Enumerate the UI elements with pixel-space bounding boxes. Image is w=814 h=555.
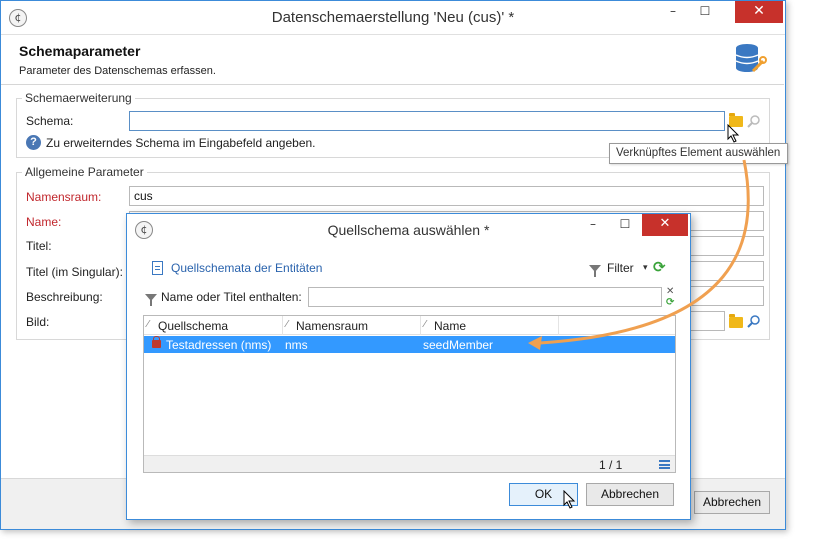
name-label: Name: — [26, 215, 62, 229]
entity-source-schemas-link[interactable]: Quellschemata der Entitäten — [171, 261, 322, 275]
column-source-schema[interactable]: Quellschema — [158, 319, 228, 333]
image-search-icon[interactable] — [747, 314, 761, 328]
search-icon[interactable] — [747, 114, 761, 128]
filter-icon — [589, 265, 601, 277]
clear-filter-icon[interactable]: ✕ — [666, 286, 674, 297]
row-name: seedMember — [423, 338, 494, 352]
table-row[interactable]: Testadressen (nms) nms seedMember — [144, 336, 675, 353]
schema-label: Schema: — [26, 114, 74, 128]
source-schema-list[interactable]: ⁄ Quellschema ⁄ Namensraum ⁄ Name Testad… — [143, 315, 676, 473]
maximize-button[interactable]: ☐ — [690, 1, 720, 23]
image-folder-icon[interactable] — [729, 314, 743, 328]
row-source-schema: Testadressen (nms) — [166, 338, 272, 352]
name-filter-input[interactable] — [308, 287, 662, 307]
refresh-icon[interactable]: ⟳ — [653, 258, 666, 276]
column-namespace[interactable]: Namensraum — [296, 319, 368, 333]
title-singular-label: Titel (im Singular): — [26, 265, 123, 279]
dialog-cancel-button[interactable]: Abbrechen — [586, 483, 674, 506]
column-divider — [420, 316, 421, 335]
title-label: Titel: — [26, 239, 52, 253]
page-subtitle: Parameter des Datenschemas erfassen. — [19, 65, 216, 77]
dialog-title-bar[interactable]: ¢ Quellschema auswählen * – ☐ ✕ — [127, 214, 690, 246]
dialog-minimize-button[interactable]: – — [578, 214, 608, 236]
apply-filter-icon[interactable]: ⟳ — [666, 297, 674, 308]
row-namespace: nms — [285, 338, 308, 352]
main-title-bar[interactable]: ¢ Datenschemaerstellung 'Neu (cus)' * – … — [1, 1, 785, 35]
list-menu-icon[interactable] — [659, 460, 670, 469]
dialog-maximize-button[interactable]: ☐ — [610, 214, 640, 236]
header-separator — [1, 84, 784, 85]
column-name[interactable]: Name — [434, 319, 466, 333]
help-icon: ? — [26, 135, 41, 150]
column-divider — [282, 316, 283, 335]
dialog-toolbar: Quellschemata der Entitäten Filter ▾ ⟳ — [141, 256, 675, 280]
schema-input[interactable] — [129, 111, 725, 131]
name-filter-icon — [145, 294, 157, 306]
schema-extension-label: Schemaerweiterung — [22, 91, 135, 105]
filter-dropdown-icon[interactable]: ▾ — [643, 263, 648, 273]
dialog-close-button[interactable]: ✕ — [642, 214, 688, 236]
ok-cursor-icon — [563, 490, 576, 509]
main-cancel-button[interactable]: Abbrechen — [694, 491, 770, 514]
minimize-button[interactable]: – — [658, 1, 688, 23]
description-label: Beschreibung: — [26, 290, 103, 304]
schema-help-text: Zu erweiterndes Schema im Eingabefeld an… — [46, 136, 316, 150]
mouse-cursor-icon — [727, 124, 740, 143]
list-footer: 1 / 1 — [144, 455, 675, 472]
image-label: Bild: — [26, 315, 50, 329]
schema-document-icon — [152, 261, 163, 275]
column-divider — [558, 316, 559, 335]
sort-marker: ⁄ — [424, 319, 426, 330]
pager-text: 1 / 1 — [599, 458, 623, 472]
list-header: ⁄ Quellschema ⁄ Namensraum ⁄ Name — [144, 316, 675, 335]
sort-marker: ⁄ — [147, 319, 149, 330]
lock-icon — [152, 336, 161, 348]
source-schema-dialog: ¢ Quellschema auswählen * – ☐ ✕ Quellsch… — [126, 213, 691, 520]
namespace-input[interactable]: cus — [129, 186, 764, 206]
filter-button[interactable]: Filter — [607, 261, 634, 275]
close-button[interactable]: ✕ — [735, 1, 783, 23]
linked-element-tooltip: Verknüpftes Element auswählen — [609, 143, 788, 164]
general-parameters-label: Allgemeine Parameter — [22, 165, 147, 179]
sort-marker: ⁄ — [286, 319, 288, 330]
database-settings-icon — [735, 44, 767, 73]
name-filter-label: Name oder Titel enthalten: — [161, 290, 302, 304]
wizard-header: Schemaparameter Parameter des Datenschem… — [9, 41, 777, 83]
namespace-label: Namensraum: — [26, 190, 102, 204]
page-title: Schemaparameter — [19, 43, 141, 59]
